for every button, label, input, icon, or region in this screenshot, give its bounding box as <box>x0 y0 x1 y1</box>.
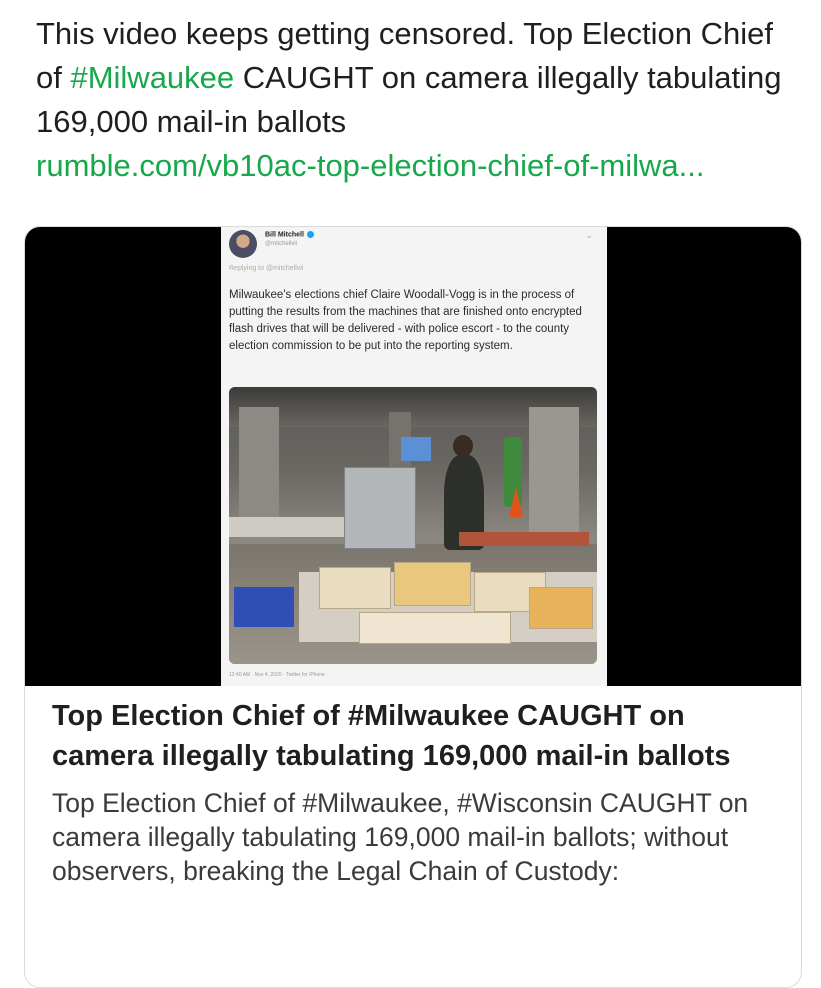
counting-room-photo <box>229 387 597 664</box>
screenshot-header: Bill Mitchell @mitchellvii ⌄ <box>229 230 599 258</box>
avatar <box>229 230 257 258</box>
screenshot-replying-to: Replying to @mitchellvii <box>229 265 304 272</box>
screenshot-timestamp: 12:40 AM · Nov 4, 2020 · Twitter for iPh… <box>229 672 325 678</box>
tweet-screenshot-image: Bill Mitchell @mitchellvii ⌄ Replying to… <box>221 227 607 686</box>
chevron-down-icon: ⌄ <box>585 230 593 240</box>
screenshot-author-name: Bill Mitchell <box>265 231 314 238</box>
card-media[interactable]: Bill Mitchell @mitchellvii ⌄ Replying to… <box>25 227 801 686</box>
screenshot-author-handle: @mitchellvii <box>265 241 298 247</box>
card-title[interactable]: Top Election Chief of #Milwaukee CAUGHT … <box>52 696 774 776</box>
screenshot-tweet-body: Milwaukee's elections chief Claire Wooda… <box>229 289 582 352</box>
verified-icon <box>306 231 314 238</box>
card-body[interactable]: Top Election Chief of #Milwaukee CAUGHT … <box>25 686 801 888</box>
hashtag-milwaukee[interactable]: #Milwaukee <box>70 60 234 95</box>
card-description: Top Election Chief of #Milwaukee, #Wisco… <box>52 788 749 886</box>
link-preview-card[interactable]: Bill Mitchell @mitchellvii ⌄ Replying to… <box>24 226 802 988</box>
rumble-link[interactable]: rumble.com/vb10ac-top-election-chief-of-… <box>36 144 806 188</box>
tweet-text: This video keeps getting censored. Top E… <box>36 12 806 188</box>
